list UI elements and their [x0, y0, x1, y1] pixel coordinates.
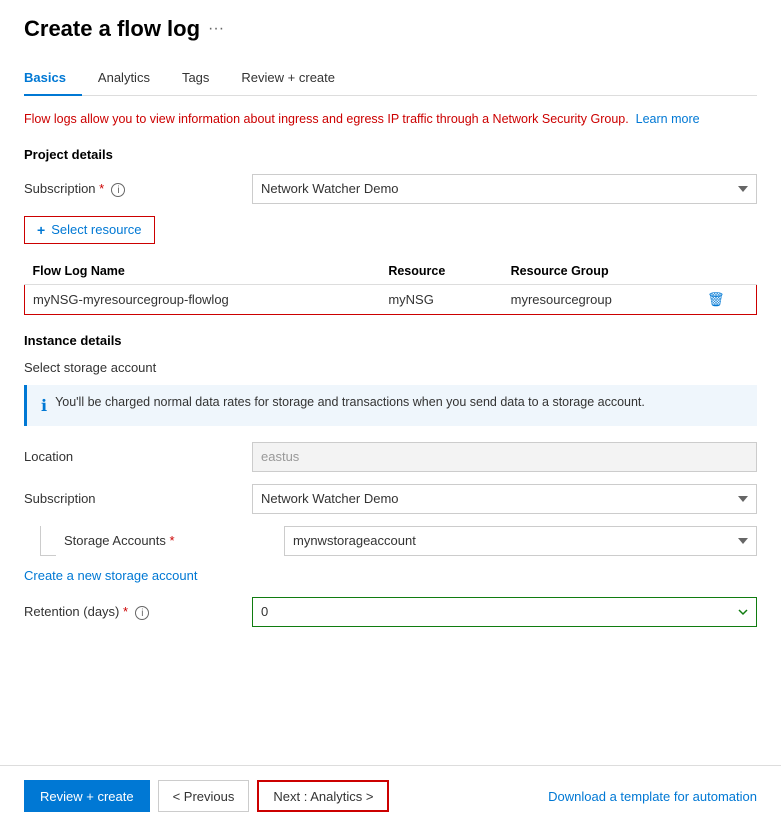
retention-select[interactable]: 0 — [252, 597, 757, 627]
subscription-info-icon[interactable]: i — [111, 183, 125, 197]
page-title: Create a flow log — [24, 16, 200, 42]
instance-subscription-label: Subscription — [24, 491, 244, 506]
subscription-row: Subscription * i Network Watcher Demo — [24, 174, 757, 204]
info-box-text: You'll be charged normal data rates for … — [55, 395, 645, 409]
cell-flow-log-name: myNSG-myresourcegroup-flowlog — [25, 284, 381, 314]
location-row: Location — [24, 442, 757, 472]
tab-tags[interactable]: Tags — [166, 62, 225, 95]
create-storage-link[interactable]: Create a new storage account — [24, 568, 197, 583]
previous-button[interactable]: < Previous — [158, 780, 250, 812]
retention-row: Retention (days) * i 0 — [24, 597, 757, 627]
next-analytics-button[interactable]: Next : Analytics > — [257, 780, 389, 812]
download-template-link[interactable]: Download a template for automation — [548, 789, 757, 804]
delete-icon[interactable]: 🗑 — [707, 291, 725, 307]
storage-info-box: ℹ You'll be charged normal data rates fo… — [24, 385, 757, 426]
subscription-select[interactable]: Network Watcher Demo — [252, 174, 757, 204]
table-row: myNSG-myresourcegroup-flowlog myNSG myre… — [25, 284, 757, 314]
cell-resource: myNSG — [380, 284, 502, 314]
info-box-icon: ℹ — [41, 396, 47, 416]
instance-details-heading: Instance details — [24, 333, 757, 348]
instance-details-section: Instance details Select storage account … — [24, 333, 757, 627]
select-resource-button[interactable]: + Select resource — [24, 216, 155, 244]
cell-delete[interactable]: 🗑 — [699, 284, 756, 314]
indent-decoration — [40, 526, 56, 556]
subscription-label: Subscription * i — [24, 181, 244, 198]
tab-review-create[interactable]: Review + create — [225, 62, 351, 95]
col-resource: Resource — [380, 258, 502, 285]
tab-analytics[interactable]: Analytics — [82, 62, 166, 95]
project-details-heading: Project details — [24, 147, 757, 162]
tab-basics[interactable]: Basics — [24, 62, 82, 95]
retention-label: Retention (days) * i — [24, 604, 244, 621]
storage-accounts-row: Storage Accounts * mynwstorageaccount — [24, 526, 757, 556]
select-resource-label: Select resource — [51, 222, 141, 237]
location-label: Location — [24, 449, 244, 464]
instance-subscription-select[interactable]: Network Watcher Demo — [252, 484, 757, 514]
info-banner: Flow logs allow you to view information … — [24, 110, 757, 129]
plus-icon: + — [37, 222, 45, 238]
col-resource-group: Resource Group — [503, 258, 699, 285]
tab-bar: Basics Analytics Tags Review + create — [24, 62, 757, 96]
learn-more-link[interactable]: Learn more — [636, 112, 700, 126]
retention-info-icon[interactable]: i — [135, 606, 149, 620]
col-actions — [699, 258, 756, 285]
instance-subscription-row: Subscription Network Watcher Demo — [24, 484, 757, 514]
review-create-button[interactable]: Review + create — [24, 780, 150, 812]
location-input — [252, 442, 757, 472]
cell-resource-group: myresourcegroup — [503, 284, 699, 314]
storage-accounts-select[interactable]: mynwstorageaccount — [284, 526, 757, 556]
footer: Review + create < Previous Next : Analyt… — [0, 765, 781, 826]
resource-table: Flow Log Name Resource Resource Group my… — [24, 258, 757, 315]
select-storage-label: Select storage account — [24, 360, 757, 375]
ellipsis-menu-icon[interactable]: ··· — [208, 20, 224, 38]
col-flow-log-name: Flow Log Name — [25, 258, 381, 285]
storage-accounts-label: Storage Accounts * — [64, 533, 284, 548]
